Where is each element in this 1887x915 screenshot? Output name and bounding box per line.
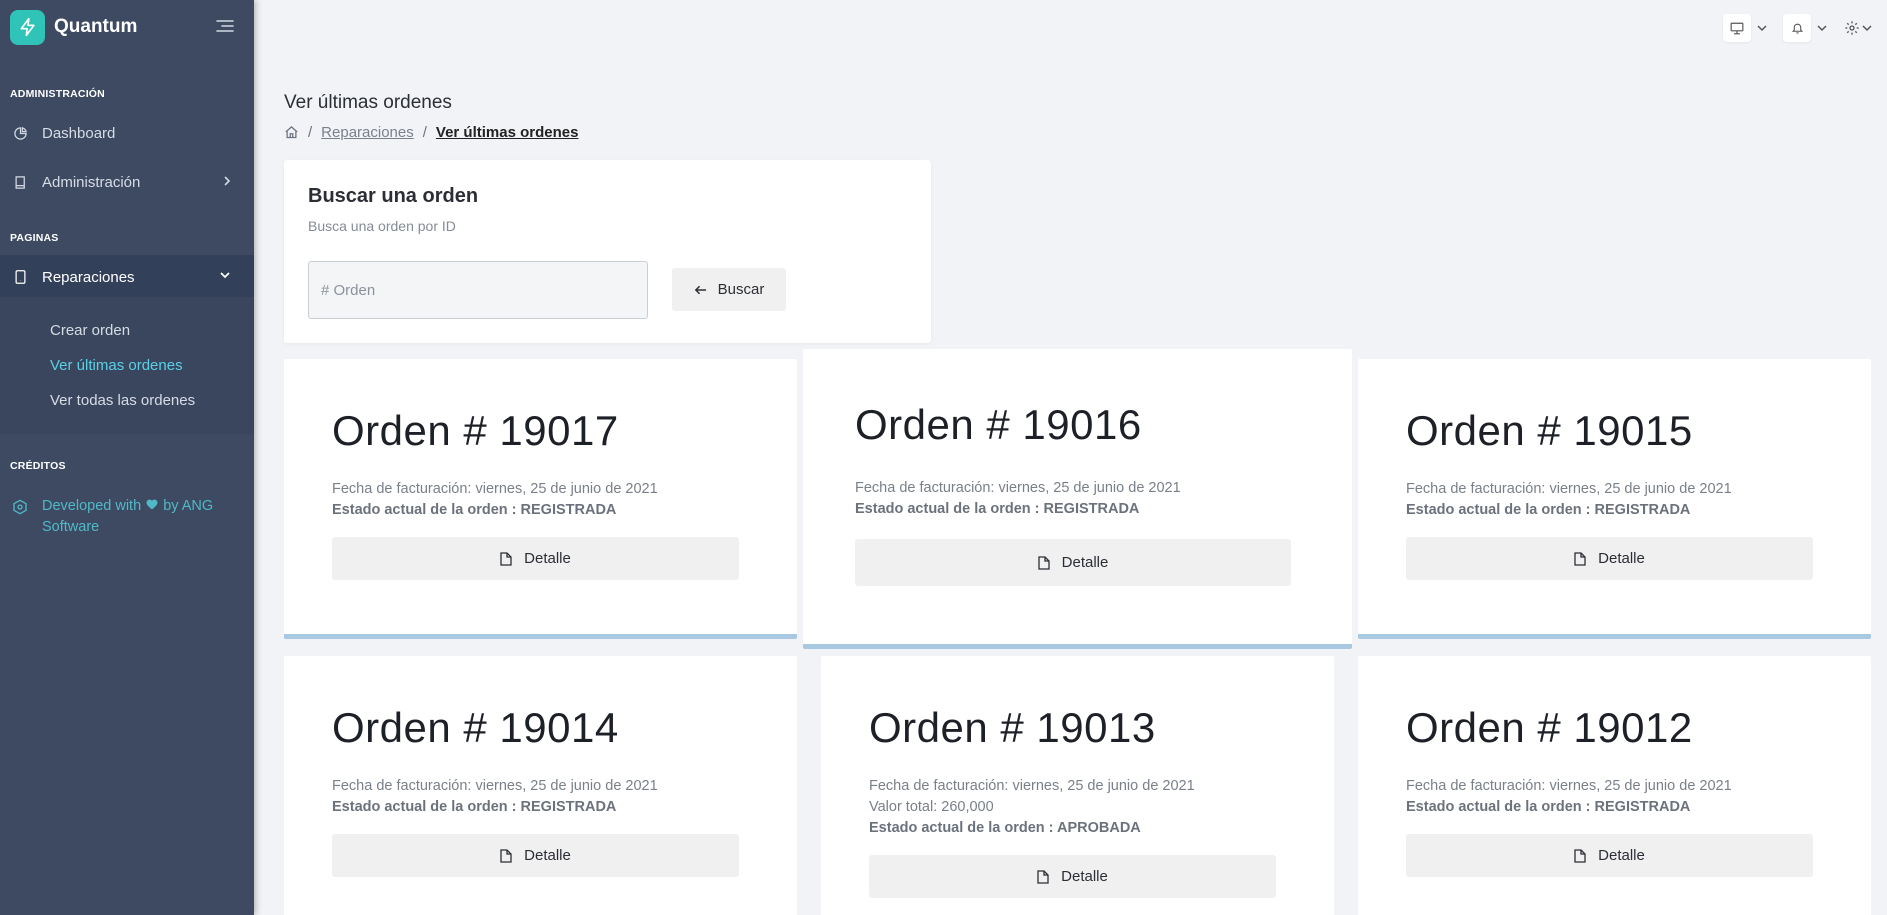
- search-order-card: Buscar una orden Busca una orden por ID …: [284, 160, 931, 343]
- order-billing-date: Fecha de facturación: viernes, 25 de jun…: [1406, 778, 1732, 794]
- tablet-icon: [12, 269, 28, 285]
- detail-button[interactable]: Detalle: [332, 537, 739, 580]
- notifications-menu[interactable]: [1783, 13, 1827, 43]
- heart-icon: [145, 498, 163, 514]
- submenu-reparaciones: Crear orden Ver últimas ordenes Ver toda…: [0, 297, 254, 434]
- order-status: Estado actual de la orden : REGISTRADA: [332, 502, 617, 518]
- gear-icon: [1844, 20, 1860, 36]
- breadcrumb-separator: /: [422, 124, 427, 141]
- credits-text: Developed with: [42, 498, 142, 514]
- detail-button-label: Detalle: [524, 847, 571, 864]
- file-icon: [1574, 551, 1586, 566]
- detail-button[interactable]: Detalle: [332, 834, 739, 877]
- detail-button[interactable]: Detalle: [1406, 537, 1813, 580]
- order-title: Orden # 19017: [332, 407, 619, 454]
- code-icon: [12, 496, 28, 538]
- credits[interactable]: Developed with by ANG Software: [12, 496, 213, 538]
- chevron-right-icon: [222, 174, 232, 192]
- order-card: Orden # 19017 Fecha de facturación: vier…: [284, 359, 797, 639]
- order-status: Estado actual de la orden : REGISTRADA: [855, 501, 1140, 517]
- home-icon[interactable]: [284, 125, 299, 140]
- order-billing-date: Fecha de facturación: viernes, 25 de jun…: [855, 480, 1181, 496]
- bell-icon: [1783, 14, 1811, 42]
- file-icon: [500, 551, 512, 566]
- submenu-item-ultimas-ordenes[interactable]: Ver últimas ordenes: [50, 357, 183, 374]
- app-name: Quantum: [54, 16, 138, 37]
- search-card-subtitle: Busca una orden por ID: [308, 218, 456, 234]
- order-billing-date: Fecha de facturación: viernes, 25 de jun…: [332, 778, 658, 794]
- chevron-down-icon: [1817, 24, 1827, 32]
- order-total-value: Valor total: 260,000: [869, 799, 994, 815]
- breadcrumb-current[interactable]: Ver últimas ordenes: [436, 124, 579, 141]
- sidebar-item-administracion[interactable]: Administración: [0, 160, 254, 204]
- file-icon: [1037, 555, 1050, 570]
- detail-button-label: Detalle: [1061, 868, 1108, 885]
- sidebar-item-label: Dashboard: [42, 124, 116, 142]
- section-label-pages: PAGINAS: [10, 232, 59, 244]
- credits-company: Software: [42, 519, 100, 535]
- order-status: Estado actual de la orden : REGISTRADA: [1406, 799, 1691, 815]
- breadcrumb: / Reparaciones / Ver últimas ordenes: [284, 124, 578, 141]
- order-card: Orden # 19013 Fecha de facturación: vier…: [821, 656, 1334, 915]
- chevron-down-icon: [1757, 24, 1767, 32]
- order-status: Estado actual de la orden : APROBADA: [869, 820, 1141, 836]
- sidebar-item-label: Reparaciones: [42, 268, 135, 286]
- order-title: Orden # 19013: [869, 704, 1156, 751]
- sidebar-item-label: Administración: [42, 173, 141, 191]
- search-button-label: Buscar: [717, 281, 765, 298]
- chevron-down-icon: [218, 269, 232, 286]
- order-billing-date: Fecha de facturación: viernes, 25 de jun…: [332, 481, 658, 497]
- file-icon: [1037, 869, 1049, 884]
- section-label-admin: ADMINISTRACIÓN: [10, 88, 105, 100]
- detail-button[interactable]: Detalle: [869, 855, 1276, 898]
- file-icon: [1574, 848, 1586, 863]
- settings-menu[interactable]: [1843, 13, 1873, 43]
- order-title: Orden # 19014: [332, 704, 619, 751]
- detail-button-label: Detalle: [524, 550, 571, 567]
- detail-button-label: Detalle: [1598, 847, 1645, 864]
- sidebar-item-dashboard[interactable]: Dashboard: [0, 111, 254, 155]
- order-title: Orden # 19015: [1406, 407, 1693, 454]
- display-menu[interactable]: [1723, 13, 1767, 43]
- pie-chart-icon: [12, 125, 28, 141]
- order-status: Estado actual de la orden : REGISTRADA: [332, 799, 617, 815]
- order-status: Estado actual de la orden : REGISTRADA: [1406, 502, 1691, 518]
- breadcrumb-reparaciones[interactable]: Reparaciones: [321, 124, 414, 141]
- menu-icon[interactable]: [215, 18, 235, 34]
- sidebar-item-reparaciones[interactable]: Reparaciones: [0, 255, 254, 299]
- chevron-down-icon: [1862, 24, 1872, 32]
- monitor-icon: [1723, 14, 1751, 42]
- detail-button[interactable]: Detalle: [1406, 834, 1813, 877]
- order-title: Orden # 19016: [855, 401, 1142, 448]
- search-button[interactable]: Buscar: [672, 268, 786, 311]
- submenu-item-todas-ordenes[interactable]: Ver todas las ordenes: [50, 392, 195, 409]
- order-id-input[interactable]: [308, 261, 648, 319]
- order-billing-date: Fecha de facturación: viernes, 25 de jun…: [1406, 481, 1732, 497]
- credits-by: by ANG: [163, 498, 214, 514]
- detail-button-label: Detalle: [1061, 554, 1109, 571]
- book-icon: [12, 174, 28, 190]
- detail-button-label: Detalle: [1598, 550, 1645, 567]
- order-card: Orden # 19016 Fecha de facturación: vier…: [803, 349, 1352, 649]
- bolt-icon: [10, 9, 45, 45]
- sidebar: Quantum ADMINISTRACIÓN Dashboard Adminis…: [0, 0, 254, 915]
- file-icon: [500, 848, 512, 863]
- detail-button[interactable]: Detalle: [855, 539, 1291, 586]
- order-card: Orden # 19012 Fecha de facturación: vier…: [1358, 656, 1871, 915]
- section-label-credits: CRÉDITOS: [10, 460, 66, 472]
- order-billing-date: Fecha de facturación: viernes, 25 de jun…: [869, 778, 1195, 794]
- order-card: Orden # 19014 Fecha de facturación: vier…: [284, 656, 797, 915]
- submenu-item-crear-orden[interactable]: Crear orden: [50, 322, 130, 339]
- page-title: Ver últimas ordenes: [284, 92, 452, 113]
- search-card-title: Buscar una orden: [308, 185, 479, 207]
- arrow-left-icon: [694, 284, 707, 296]
- breadcrumb-separator: /: [308, 124, 313, 141]
- order-card: Orden # 19015 Fecha de facturación: vier…: [1358, 359, 1871, 639]
- order-title: Orden # 19012: [1406, 704, 1693, 751]
